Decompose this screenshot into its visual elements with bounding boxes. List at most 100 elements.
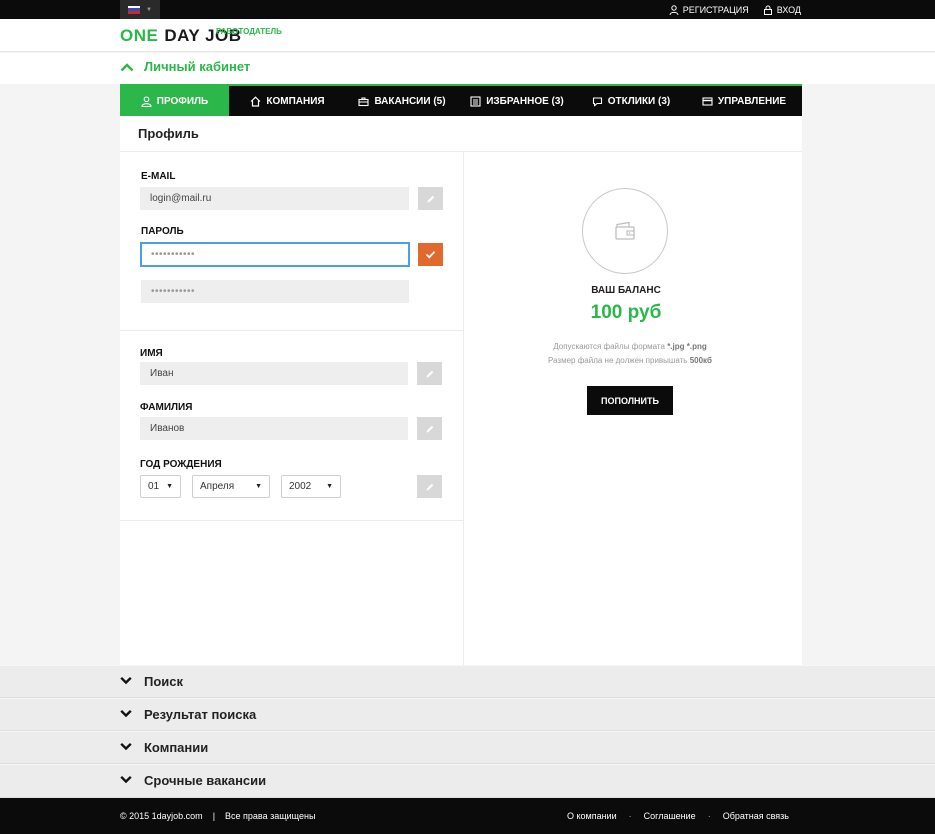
footer-dot: · [707,811,711,821]
password-label: Пароль [141,226,184,237]
file-format-hint: Допускаются файлы формата *.jpg *.png [500,342,760,351]
section-urgent-vacancies-label: Срочные вакансии [144,773,267,788]
balance-label: Ваш баланс [591,285,661,296]
last-name-field[interactable]: Иванов [140,417,408,440]
file-size-hint: Размер файла не должен привышать 500кб [500,356,760,365]
birth-year-value: 2002 [289,481,312,492]
tab-favorites-label: Избранное (3) [486,95,564,107]
caret-down-icon: ▼ [255,483,262,490]
footer-dot: · [628,811,632,821]
footer-copyright: © 2015 1dayjob.com | Все права защищены [120,811,315,821]
pencil-icon [426,483,433,490]
profile-tabs: Профиль Компания Вакансии (5) Избранное … [120,84,802,116]
password-repeat-field[interactable]: ••••••••••• [141,280,409,303]
file-format-hint-value: *.jpg *.png [667,342,707,351]
cabinet-bar: Личный кабинет [0,53,935,84]
tab-management-label: Управление [717,95,787,107]
section-search-label: Поиск [144,674,184,689]
register-label: Регистрация [682,4,749,15]
login-label: Вход [776,4,801,15]
birth-day-value: 01 [148,481,160,492]
rights-text: Все права защищены [225,811,316,821]
pencil-icon [427,195,434,202]
first-name-field[interactable]: Иван [140,362,408,385]
file-size-hint-text: Размер файла не должен привышать [547,356,688,365]
card-icon [702,96,713,106]
flag-ru-icon [128,5,140,14]
tab-favorites[interactable]: Избранное (3) [458,86,576,116]
birth-day-select[interactable]: 01 ▼ [140,475,181,498]
page-title: Профиль [138,126,199,141]
confirm-password-button[interactable] [418,243,443,266]
footer-link-agreement[interactable]: Соглашение [644,811,696,821]
list-icon [470,95,481,107]
top-up-button[interactable]: Пополнить [587,386,673,415]
birth-year-select[interactable]: 2002 ▼ [281,475,341,498]
section-divider [120,330,463,331]
language-selector[interactable]: ▼ [120,0,160,19]
pencil-icon [426,425,433,432]
password-field[interactable]: ••••••••••• [140,242,410,267]
footer-separator: | [212,811,216,821]
caret-down-icon: ▼ [166,483,173,490]
register-link[interactable]: Регистрация [669,5,749,15]
tab-responses-label: Отклики (3) [607,95,671,107]
logo-subtitle: Работодатель [216,27,282,36]
email-field[interactable]: login@mail.ru [140,187,409,210]
logo-one: ONE [120,26,159,45]
home-icon [250,95,261,107]
tab-company[interactable]: Компания [229,86,346,116]
cabinet-title: Личный кабинет [144,59,251,74]
tab-management[interactable]: Управление [686,86,802,116]
birth-month-select[interactable]: Апреля ▼ [192,475,270,498]
tab-profile-label: Профиль [156,95,209,107]
tab-company-label: Компания [266,95,325,107]
site-header: ONE DAY JOB Работодатель [0,19,935,52]
wallet-avatar[interactable] [582,188,668,274]
column-divider [463,152,464,665]
chevron-up-icon [120,62,134,71]
chevron-down-icon [120,676,132,685]
top-bar: ▼ Регистрация Вход [0,0,935,19]
chat-icon [592,96,602,106]
footer-link-feedback[interactable]: Обратная связь [723,811,789,821]
tab-responses[interactable]: Отклики (3) [576,86,686,116]
check-icon [425,251,436,259]
pencil-icon [426,370,433,377]
caret-down-icon: ▼ [146,6,152,13]
caret-down-icon: ▼ [326,483,333,490]
panel-header: Профиль [120,116,802,152]
profile-panel: Профиль E-MAIL login@mail.ru Пароль ••••… [120,116,802,665]
briefcase-icon [358,96,370,106]
edit-first-name-button[interactable] [417,362,442,385]
file-size-hint-value: 500кб [689,356,712,365]
section-divider [120,520,463,521]
tab-vacancies[interactable]: Вакансии (5) [346,86,458,116]
login-link[interactable]: Вход [763,5,801,15]
top-links: Регистрация Вход [669,0,801,19]
user-icon [141,95,152,107]
edit-last-name-button[interactable] [417,417,442,440]
lock-icon [763,5,772,15]
footer-link-about[interactable]: О компании [567,811,617,821]
tab-vacancies-label: Вакансии (5) [374,95,446,107]
chevron-down-icon [120,742,132,751]
tab-profile[interactable]: Профиль [120,86,229,116]
section-companies[interactable]: Компании [0,731,935,764]
footer: © 2015 1dayjob.com | Все права защищены … [0,798,935,834]
section-search[interactable]: Поиск [0,665,935,698]
first-name-label: Имя [140,348,163,359]
section-search-results[interactable]: Результат поиска [0,698,935,731]
section-urgent-vacancies[interactable]: Срочные вакансии [0,764,935,798]
footer-links: О компании · Соглашение · Обратная связь [567,811,789,821]
edit-birth-date-button[interactable] [417,475,442,498]
cabinet-toggle[interactable]: Личный кабинет [120,59,250,74]
edit-email-button[interactable] [418,187,443,210]
chevron-down-icon [120,709,132,718]
file-format-hint-text: Допускаются файлы формата [553,342,665,351]
last-name-label: Фамилия [140,402,193,413]
balance-value: 100 руб [590,302,662,323]
section-companies-label: Компании [144,740,209,755]
copyright-text: © 2015 1dayjob.com [120,811,203,821]
birth-date-label: Год рождения [140,459,222,470]
